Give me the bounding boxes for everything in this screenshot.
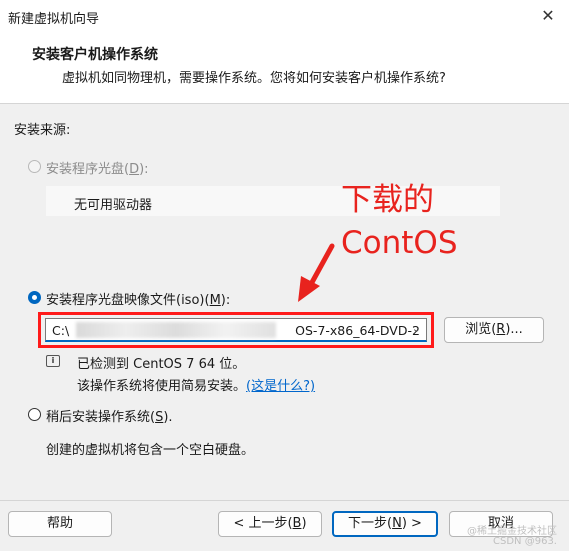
next-button[interactable]: 下一步(N) >	[332, 511, 438, 537]
help-button[interactable]: 帮助	[8, 511, 112, 537]
blank-disk-description: 创建的虚拟机将包含一个空白硬盘。	[46, 443, 255, 458]
drive-value: 无可用驱动器	[74, 198, 153, 213]
radio-install-disc[interactable]	[28, 160, 41, 173]
whats-this-link[interactable]: (这是什么?)	[246, 379, 315, 394]
info-icon: i	[46, 355, 60, 367]
browse-button[interactable]: 浏览(R)...	[444, 317, 544, 343]
detected-os-text: 已检测到 CentOS 7 64 位。	[77, 357, 246, 372]
chevron-down-icon[interactable]: ⌄	[412, 322, 421, 335]
window-title: 新建虚拟机向导	[8, 12, 100, 27]
annotation-arrow-icon	[298, 243, 335, 302]
radio-install-iso[interactable]	[28, 291, 41, 304]
wizard-header: 安装客户机操作系统 虚拟机如同物理机，需要操作系统。您将如何安装客户机操作系统?	[0, 32, 569, 104]
iso-path-combobox[interactable]: C:\ OS-7-x86_64-DVD-2 ⌄	[45, 318, 427, 342]
watermark-line2: CSDN @963.	[493, 536, 557, 547]
redacted-path-segment	[76, 322, 276, 338]
title-bar: 新建虚拟机向导 ✕	[0, 0, 569, 32]
annotation-line2: ContOS	[341, 225, 458, 261]
watermark-line1: @稀土掘金技术社区	[467, 526, 557, 537]
back-button[interactable]: < 上一步(B)	[218, 511, 322, 537]
footer-divider	[0, 500, 569, 501]
page-subtitle: 虚拟机如同物理机，需要操作系统。您将如何安装客户机操作系统?	[62, 71, 446, 86]
page-title: 安装客户机操作系统	[32, 47, 158, 63]
install-disc-label: 安装程序光盘(D):	[46, 162, 149, 177]
install-iso-label: 安装程序光盘映像文件(iso)(M):	[46, 293, 231, 308]
install-later-label: 稍后安装操作系统(S).	[46, 410, 173, 425]
annotation-line1: 下载的	[341, 182, 434, 218]
radio-install-later[interactable]	[28, 408, 41, 421]
install-source-label: 安装来源:	[14, 123, 71, 138]
easy-install-text: 该操作系统将使用简易安装。(这是什么?)	[77, 379, 316, 394]
close-icon[interactable]: ✕	[537, 5, 559, 27]
